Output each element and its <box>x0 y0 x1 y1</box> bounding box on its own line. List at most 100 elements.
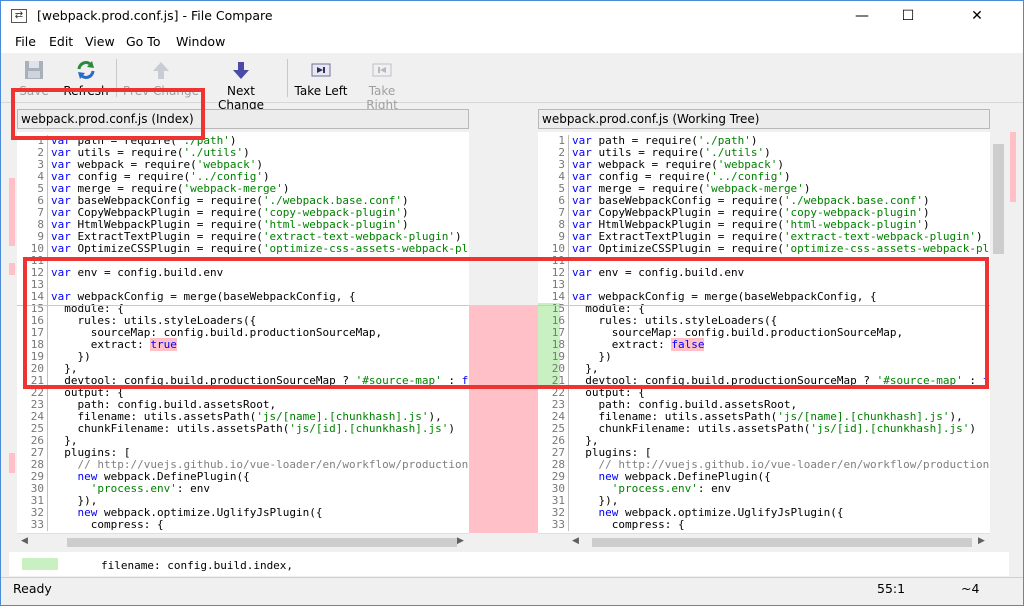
code-text: compress: { <box>572 518 685 531</box>
scroll-left-icon[interactable]: ◀ <box>21 536 28 546</box>
floppy-disk-icon <box>25 61 43 79</box>
detail-line-pane: filename: config.build.index, <box>9 552 1009 576</box>
line-gutter <box>568 171 569 183</box>
arrow-up-icon <box>153 62 169 79</box>
left-change-marker <box>9 453 15 473</box>
right-pane-header: webpack.prod.conf.js (Working Tree) <box>538 109 990 129</box>
code-line: 10 var OptimizeCSSPlugin = require('optim… <box>538 243 990 255</box>
line-gutter <box>568 231 569 243</box>
code-text: var OptimizeCSSPlugin = require('optimiz… <box>51 242 469 255</box>
scroll-right-icon[interactable]: ▶ <box>978 536 985 546</box>
take-left-button[interactable]: Take Left <box>294 55 348 101</box>
line-gutter <box>568 243 569 255</box>
line-gutter <box>47 171 48 183</box>
scroll-right-icon[interactable]: ▶ <box>457 536 464 546</box>
line-gutter <box>568 159 569 171</box>
vertical-scrollbar[interactable] <box>990 132 1007 533</box>
left-horizontal-scrollbar[interactable]: ◀ ▶ <box>17 533 469 550</box>
take-right-label: Take Right <box>366 84 398 112</box>
line-gutter <box>568 495 569 507</box>
left-change-marker <box>9 263 15 275</box>
line-gutter <box>47 195 48 207</box>
app-icon: ⇄ <box>11 9 27 23</box>
code-text: chunkFilename: utils.assetsPath('js/[id]… <box>51 422 455 435</box>
line-gutter <box>568 447 569 459</box>
take-left-label: Take Left <box>294 84 348 98</box>
line-gutter <box>568 135 569 147</box>
line-gutter <box>47 519 48 531</box>
line-gutter <box>568 423 569 435</box>
scroll-left-icon[interactable]: ◀ <box>572 536 579 546</box>
title-bar: ⇄ [webpack.prod.conf.js] - File Compare … <box>1 1 1023 31</box>
scroll-thumb[interactable] <box>993 144 1004 254</box>
arrow-down-icon <box>233 62 249 79</box>
line-gutter <box>568 459 569 471</box>
status-ready: Ready <box>13 581 52 596</box>
status-bar: Ready 55:1 ~4 <box>1 577 1023 599</box>
line-number: 33 <box>551 518 565 531</box>
left-hscroll-thumb[interactable] <box>67 538 457 547</box>
menu-file[interactable]: File <box>15 34 36 49</box>
line-gutter <box>47 435 48 447</box>
refresh-icon <box>77 61 95 79</box>
cursor-position: 55:1 <box>877 581 906 596</box>
added-marker <box>22 558 58 570</box>
line-gutter <box>47 231 48 243</box>
annotation-box-changes <box>23 257 989 389</box>
window-title: [webpack.prod.conf.js] - File Compare <box>37 8 273 23</box>
detail-line-text: filename: config.build.index, <box>101 559 294 572</box>
file-compare-window: ⇄ [webpack.prod.conf.js] - File Compare … <box>0 0 1024 606</box>
take-left-icon <box>311 63 331 77</box>
take-right-button[interactable]: Take Right <box>352 55 412 112</box>
maximize-button[interactable]: ☐ <box>885 1 931 31</box>
line-gutter <box>47 447 48 459</box>
minimize-button[interactable]: — <box>839 1 885 31</box>
line-gutter <box>47 471 48 483</box>
line-gutter <box>47 219 48 231</box>
line-gutter <box>47 411 48 423</box>
line-gutter <box>568 483 569 495</box>
line-gutter <box>47 483 48 495</box>
menu-bar: File Edit View Go To Window <box>1 31 1023 53</box>
line-gutter <box>47 495 48 507</box>
right-hscroll-thumb[interactable] <box>592 538 972 547</box>
line-gutter <box>47 399 48 411</box>
toolbar-separator <box>287 59 288 97</box>
line-gutter <box>47 147 48 159</box>
line-gutter <box>568 519 569 531</box>
line-gutter <box>47 183 48 195</box>
code-line: 33 compress: { <box>17 519 469 531</box>
line-gutter <box>568 435 569 447</box>
take-right-icon <box>372 63 392 77</box>
close-button[interactable]: ✕ <box>931 1 1023 31</box>
menu-window[interactable]: Window <box>176 34 225 49</box>
menu-edit[interactable]: Edit <box>49 34 73 49</box>
line-gutter <box>568 507 569 519</box>
line-gutter <box>568 195 569 207</box>
left-change-marker <box>9 178 15 246</box>
line-gutter <box>568 471 569 483</box>
status-indicator: ~4 <box>961 581 980 596</box>
menu-go-to[interactable]: Go To <box>126 34 160 49</box>
line-gutter <box>47 507 48 519</box>
code-text: chunkFilename: utils.assetsPath('js/[id]… <box>572 422 976 435</box>
line-gutter <box>568 399 569 411</box>
overview-change-mark <box>1010 132 1016 202</box>
line-number: 33 <box>30 518 44 531</box>
right-horizontal-scrollbar[interactable]: ◀ ▶ <box>538 533 990 550</box>
code-text: var OptimizeCSSPlugin = require('optimiz… <box>572 242 990 255</box>
line-gutter <box>47 423 48 435</box>
annotation-box-header <box>11 88 205 140</box>
code-text: compress: { <box>51 518 164 531</box>
line-gutter <box>568 183 569 195</box>
line-gutter <box>568 147 569 159</box>
menu-view[interactable]: View <box>85 34 115 49</box>
next-change-label: Next Change <box>218 84 264 112</box>
code-line: 10 var OptimizeCSSPlugin = require('optim… <box>17 243 469 255</box>
code-line: 25 chunkFilename: utils.assetsPath('js/[… <box>17 423 469 435</box>
line-gutter <box>47 459 48 471</box>
next-change-button[interactable]: Next Change <box>205 55 277 112</box>
line-gutter <box>47 243 48 255</box>
code-line: 33 compress: { <box>538 519 990 531</box>
line-gutter <box>47 207 48 219</box>
